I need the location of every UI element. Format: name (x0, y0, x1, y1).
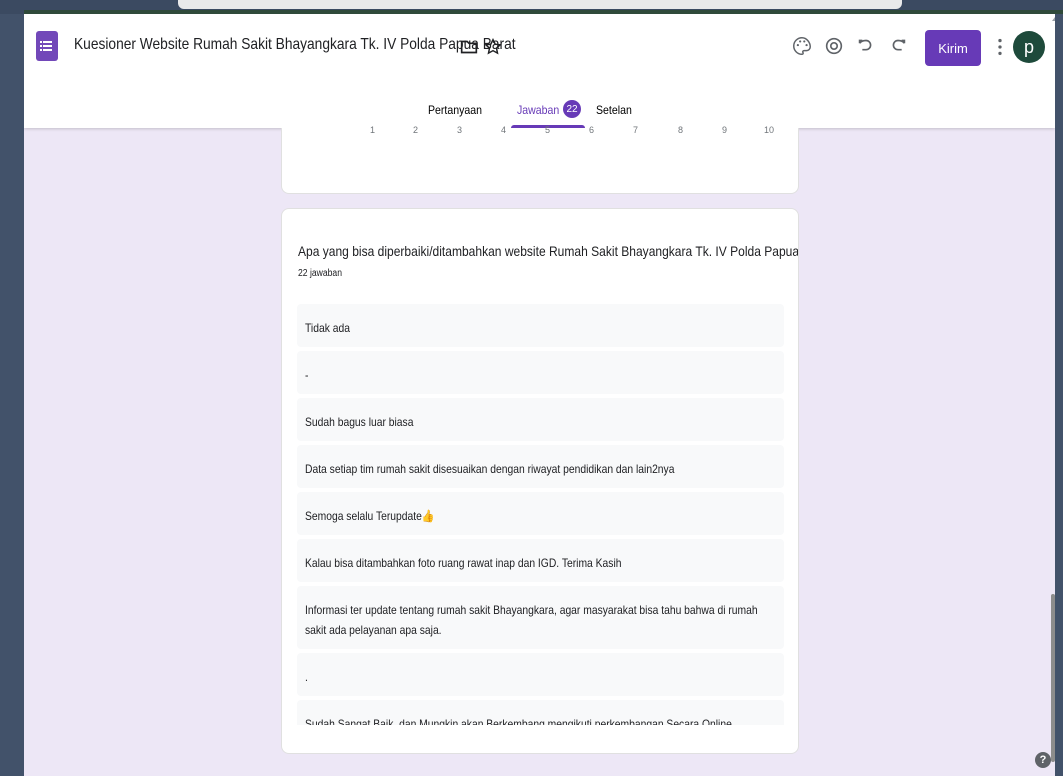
undo-icon[interactable] (855, 35, 877, 57)
scale-label: 9 (722, 125, 728, 135)
answer-item: - (297, 351, 784, 394)
question-response-card: Apa yang bisa diperbaiki/ditambahkan web… (281, 208, 799, 754)
folder-icon[interactable] (458, 36, 480, 58)
preview-icon[interactable] (823, 35, 845, 57)
answer-item: Data setiap tim rumah sakit disesuaikan … (297, 445, 784, 488)
scale-label: 2 (413, 125, 419, 135)
answer-item: . (297, 653, 784, 696)
linear-scale-labels: 1 2 3 4 5 6 7 8 9 10 (282, 125, 798, 138)
answer-item: Informasi ter update tentang rumah sakit… (297, 586, 784, 649)
scale-label: 8 (678, 125, 684, 135)
answer-item: Tidak ada (297, 304, 784, 347)
answer-item: Kalau bisa ditambahkan foto ruang rawat … (297, 539, 784, 582)
scale-label: 7 (633, 125, 639, 135)
answer-item: Sudah Sangat Baik, dan Mungkin akan Berk… (297, 700, 784, 725)
page-scrollbar[interactable] (1051, 594, 1055, 762)
more-options-icon[interactable] (989, 36, 1011, 58)
response-count: 22 jawaban (298, 268, 342, 279)
scale-label: 10 (764, 125, 775, 135)
previous-question-card: 1 2 3 4 5 6 7 8 9 10 (281, 125, 799, 194)
star-icon[interactable] (482, 36, 504, 58)
scale-label: 5 (545, 125, 551, 135)
responses-count-badge: 22 (563, 100, 581, 118)
avatar[interactable]: p (1013, 31, 1045, 63)
answer-item: Semoga selalu Terupdate👍 (297, 492, 784, 535)
send-button[interactable]: Kirim (925, 30, 981, 66)
tab-responses[interactable]: Jawaban (517, 103, 559, 117)
forms-header: Kuesioner Website Rumah Sakit Bhayangkar… (24, 14, 1055, 128)
scroll-up-arrow[interactable] (1052, 17, 1055, 21)
scale-label: 4 (501, 125, 507, 135)
question-title: Apa yang bisa diperbaiki/ditambahkan web… (298, 243, 799, 259)
browser-top-strip (0, 0, 1063, 14)
forms-window: Kuesioner Website Rumah Sakit Bhayangkar… (24, 14, 1055, 776)
forms-logo-icon[interactable] (36, 31, 58, 61)
browser-tab-bar (178, 0, 902, 9)
scale-label: 6 (589, 125, 595, 135)
scale-label: 1 (370, 125, 376, 135)
palette-icon[interactable] (791, 35, 813, 57)
tab-settings[interactable]: Setelan (596, 103, 632, 117)
redo-icon[interactable] (887, 35, 909, 57)
form-title[interactable]: Kuesioner Website Rumah Sakit Bhayangkar… (74, 36, 516, 54)
tab-questions[interactable]: Pertanyaan (428, 103, 482, 117)
scale-label: 3 (457, 125, 463, 135)
help-icon[interactable]: ? (1035, 752, 1051, 768)
answers-list[interactable]: Tidak ada - Sudah bagus luar biasa Data … (297, 304, 784, 725)
answer-item: Sudah bagus luar biasa (297, 398, 784, 441)
